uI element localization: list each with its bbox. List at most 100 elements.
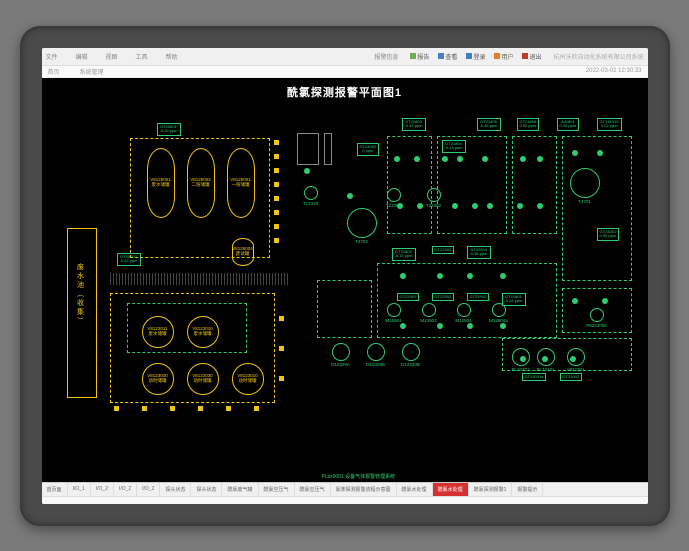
menu-edit[interactable]: 编辑 [76,52,88,61]
waste-pool-label: 废水池（收集） [75,263,85,326]
sensor-GT22902: GT22902 [432,293,455,302]
exit-button[interactable]: 退出 [519,51,544,62]
tab-5[interactable]: 探头状态 [160,483,191,496]
equip-label: T22302 [422,203,446,208]
sensor-dot-icon [472,203,478,209]
equip-T12320 [304,186,318,200]
sensor-dot-icon [414,156,420,162]
tank-label: V8125004废试罐 [232,246,254,257]
login-icon [466,53,472,59]
menu-view[interactable]: 视图 [106,52,118,61]
sensor-GT21801: GT21801-0.04 ppm [502,293,526,307]
tab-2[interactable]: I/O_2 [91,483,114,496]
toolbar-actions: 报警信息 报告 查看 登录 用户 退出 杭州沃欣自动化系统有限公司系统 [374,51,643,62]
sensor-dot-icon [304,168,310,174]
sensor-dot-icon [487,203,493,209]
equip-label: T12320 [299,201,323,206]
sensor-dot-icon [570,356,576,362]
tab-10[interactable]: 氯苯探测报警流程示意图 [331,483,397,496]
tab-12[interactable]: 酰氯水处理 [433,483,469,496]
alarm-label[interactable]: 报警信息 [374,52,398,61]
marker-icon [274,210,279,215]
sensor-GT24002: GT240020 ppm [357,143,380,157]
canvas-footer: PLxx0001 设备气体报警管理系统 [322,473,396,480]
sensor-dot-icon [347,193,353,199]
tank-label: V8125001废水储罐 [147,177,175,188]
view-button[interactable]: 查看 [435,51,460,62]
sensor-dot-icon [452,203,458,209]
tank-label: V8125001一吩储罐 [227,177,255,188]
equip-T4701 [570,168,600,198]
equip-D12329A [332,343,350,361]
main-toolbar: 文件 编辑 视图 工具 帮助 报警信息 报告 查看 登录 用户 退出 杭州沃欣自… [42,48,648,66]
sensor-dot-icon [437,323,443,329]
zone-r3 [512,136,557,234]
tab-3[interactable]: I/O_2 [114,483,137,496]
marker-icon [226,406,231,411]
tab-9[interactable]: 酰氯空压气 [295,483,331,496]
user-button[interactable]: 用户 [491,51,516,62]
equip-label: D12320B [397,362,425,367]
sensor-dot-icon [542,356,548,362]
tab-7[interactable]: 酰氯废气罐 [222,483,258,496]
menu-bar: 文件 编辑 视图 工具 帮助 [46,52,178,61]
equip-V822301 [567,348,585,366]
sensor-GT21803: GT21803-0.31 ppm [402,118,426,132]
sub-toolbar: 首页 系统管理 2022-03-02 12:30:33 [42,66,648,78]
marker-icon [279,346,284,351]
equip-box [297,133,319,165]
report-button[interactable]: 报告 [407,51,432,62]
tab-1[interactable]: I/O_1 [68,483,91,496]
tab-4[interactable]: I/O_2 [137,483,160,496]
sensor-GT14101C: GT14101C0.02 ppm [597,118,623,132]
tab-8[interactable]: 酰氯空压气 [259,483,295,496]
equip-D12320B [402,343,420,361]
diagram-title: 酰氯探测报警平面图1 [287,84,402,100]
sensor-dot-icon [537,203,543,209]
sensor-GT21802: GT21802-0.15 ppm [392,248,416,262]
menu-help[interactable]: 帮助 [166,52,178,61]
sensor-GT25602: GT25602-0.02 ppm [117,253,141,267]
exit-icon [522,53,528,59]
sensor-GT22901: GT22901 [397,293,420,302]
sensor-GT21805: GT21805-0.48 ppm [477,118,501,132]
menu-tools[interactable]: 工具 [136,52,148,61]
login-button[interactable]: 登录 [463,51,488,62]
tab-11[interactable]: 酰氯水处理 [397,483,433,496]
user-icon [494,53,500,59]
vessel-label: V8123010废水储罐 [187,326,219,337]
equip-T22302 [427,188,441,202]
marker-icon [274,182,279,187]
scada-canvas[interactable]: 酰氯探测报警平面图1 废水池（收集） V8125001废水储罐 V8125002… [42,78,648,482]
nav-system[interactable]: 系统管理 [80,67,104,76]
marker-icon [274,168,279,173]
sensor-GT21804: GT21804-0.13 ppm [442,140,466,154]
tab-6[interactable]: 探头状态 [191,483,222,496]
marker-icon [279,316,284,321]
sensor-GT25601: GT25601-0.15 ppm [157,123,181,137]
sensor-dot-icon [520,356,526,362]
tab-0[interactable]: 首页面 [42,483,68,496]
marker-icon [274,196,279,201]
status-bar [42,496,648,504]
sensor-dot-icon [437,273,443,279]
vessel-label: V8123030动时储罐 [142,373,174,384]
nav-home[interactable]: 首页 [48,67,60,76]
marker-icon [279,376,284,381]
zone-r6 [317,280,372,338]
sensor-GT23001: GT230010.00 ppm [597,228,620,242]
marker-icon [274,238,279,243]
company-label: 杭州沃欣自动化系统有限公司系统 [553,52,643,61]
marker-icon [274,140,279,145]
tab-13[interactable]: 酰氯探测报警1 [469,483,513,496]
sensor-dot-icon [537,156,543,162]
menu-file[interactable]: 文件 [46,52,58,61]
equip-label: T4701 [565,199,605,204]
tab-14[interactable]: 报警提示 [512,483,543,496]
marker-icon [142,406,147,411]
equip-M12901 [387,303,401,317]
sensor-dot-icon [572,298,578,304]
marker-icon [198,406,203,411]
equip-box2 [324,133,332,165]
equip-label: V822301 [562,367,590,372]
